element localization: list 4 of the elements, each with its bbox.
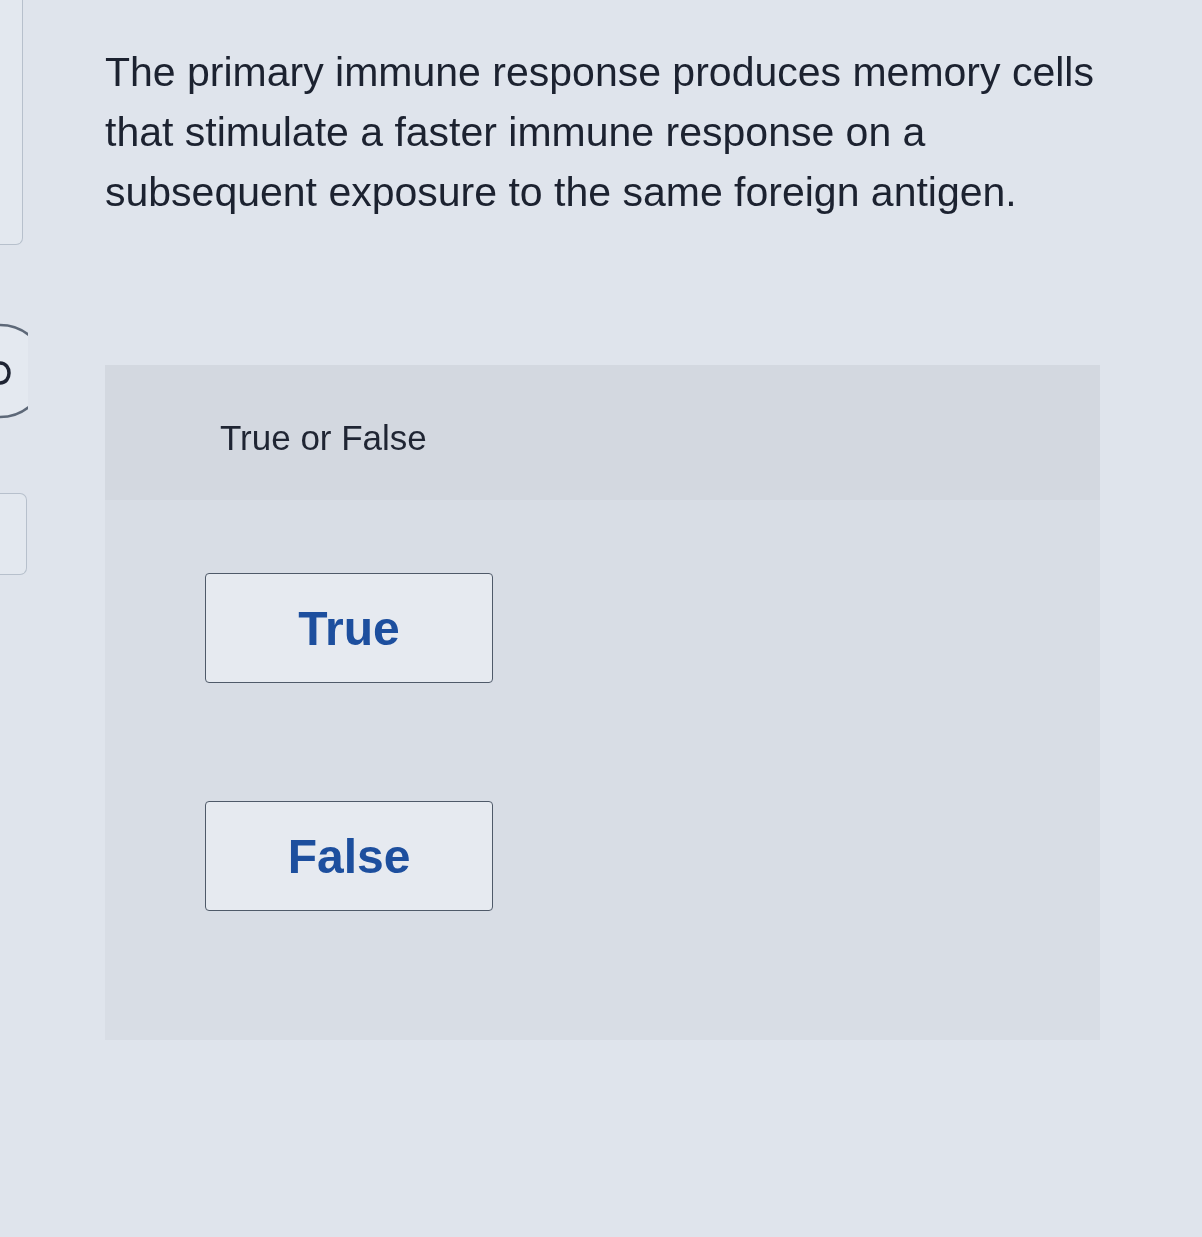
answer-option[interactable]: False	[205, 801, 493, 911]
prompt-label: True or False	[220, 417, 427, 458]
answer-option[interactable]: True	[205, 573, 493, 683]
question-text: The primary immune response produces memory cells that stimulate a faster immune response on a subsequent exposure to the same foreign antigen.	[105, 48, 1095, 217]
